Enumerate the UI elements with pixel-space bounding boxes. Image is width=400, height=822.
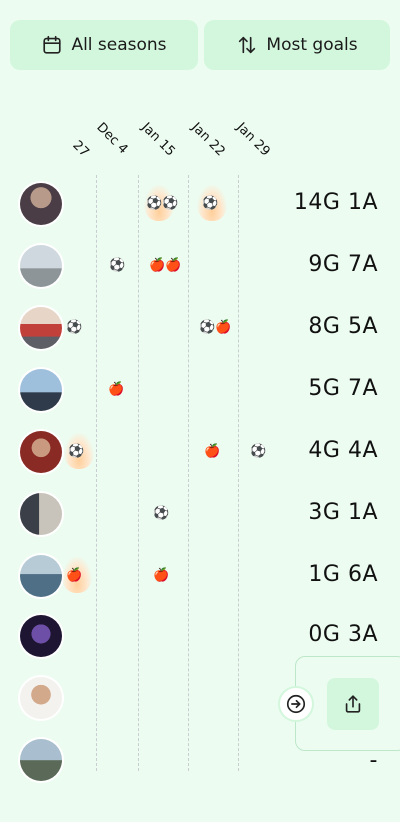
player-stats: 9G 7A [308, 252, 378, 277]
player-stats: 0G 3A [308, 622, 378, 647]
date-label: Dec 4 [93, 120, 131, 158]
assist-icon: 🍎🍎 [149, 258, 182, 273]
goal-icon: ⚽ [202, 196, 219, 211]
goal-icon: ⚽ [109, 258, 126, 273]
season-filter-label: All seasons [71, 35, 167, 55]
season-filter-button[interactable]: All seasons [10, 20, 198, 70]
arrow-right-circle-icon [286, 694, 306, 714]
goal-icon: ⚽ [66, 320, 83, 335]
avatar [20, 493, 62, 535]
player-stats: 14G 1A [293, 190, 378, 215]
date-label: Jan 29 [233, 120, 273, 160]
avatar [20, 245, 62, 287]
avatar [20, 677, 62, 719]
filter-bar: All seasons Most goals [10, 20, 390, 70]
goal-icon: ⚽⚽ [146, 196, 179, 211]
avatar [20, 739, 62, 781]
avatar [20, 307, 62, 349]
share-button[interactable] [327, 678, 379, 730]
date-label: Jan 22 [188, 120, 228, 160]
date-label: 27 [69, 138, 92, 161]
assist-icon: 🍎 [66, 568, 83, 583]
share-icon [345, 695, 361, 713]
player-row[interactable]: - [0, 739, 400, 822]
goal-icon: ⚽ [153, 506, 170, 521]
goal-icon: ⚽ [68, 444, 85, 459]
avatar [20, 369, 62, 411]
sort-arrows-icon [239, 36, 256, 54]
goal-icon: ⚽ [250, 444, 267, 459]
player-stats: - [369, 748, 378, 773]
avatar [20, 431, 62, 473]
assist-icon: 🍎 [108, 382, 125, 397]
date-label: Jan 15 [138, 120, 178, 160]
player-stats: 8G 5A [308, 314, 378, 339]
player-stats: 5G 7A [308, 376, 378, 401]
avatar [20, 555, 62, 597]
calendar-icon [43, 35, 62, 54]
next-button[interactable] [278, 686, 314, 722]
player-stats: 1G 6A [308, 562, 378, 587]
assist-icon: 🍎 [204, 444, 221, 459]
avatar [20, 615, 62, 657]
sort-button[interactable]: Most goals [204, 20, 390, 70]
player-stats: 4G 4A [308, 438, 378, 463]
assist-icon: 🍎 [153, 568, 170, 583]
goal-assist-icons: ⚽🍎 [199, 320, 232, 335]
player-stats: 3G 1A [308, 500, 378, 525]
avatar [20, 183, 62, 225]
sort-label: Most goals [266, 35, 358, 55]
